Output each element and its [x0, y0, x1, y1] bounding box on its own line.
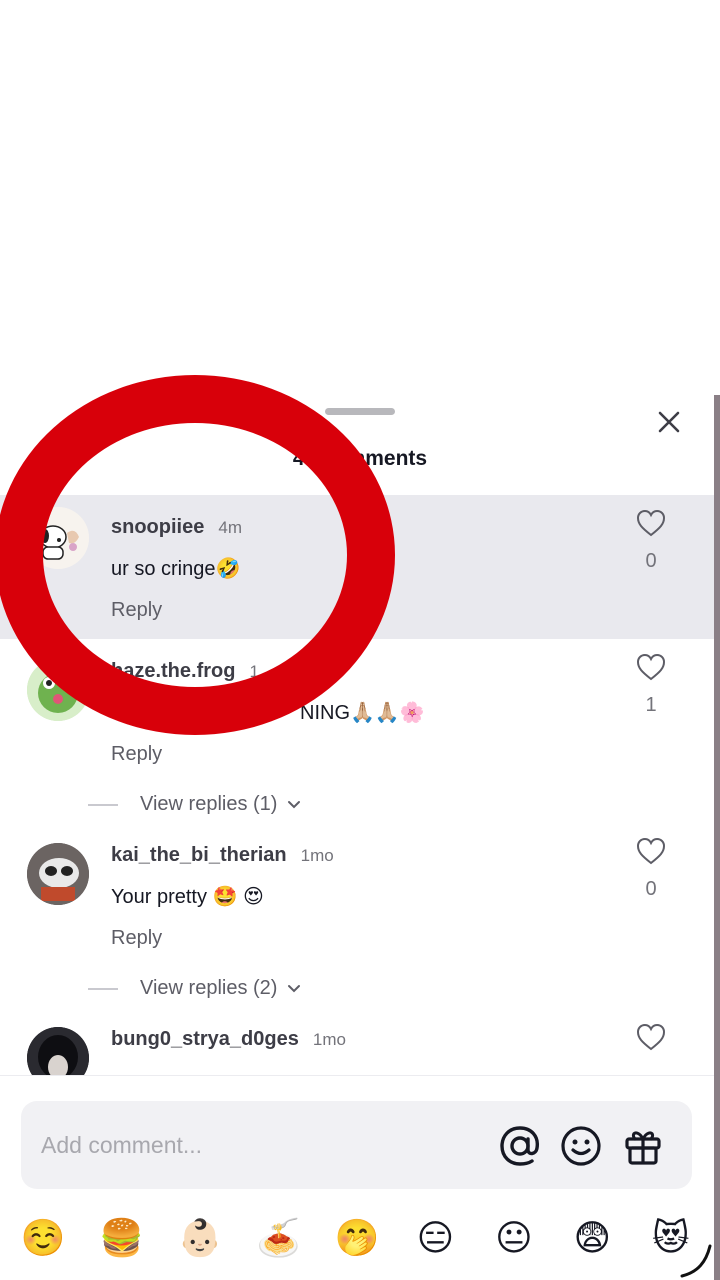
corner-stroke-mark	[680, 1244, 712, 1278]
avatar[interactable]	[27, 843, 89, 905]
emoji-neutral[interactable]: 😐	[484, 1218, 544, 1259]
at-icon	[500, 1126, 539, 1166]
dark-hair-avatar-image	[27, 1027, 89, 1075]
mention-button[interactable]	[498, 1124, 542, 1168]
comment-item: kai_the_bi_therian 1mo Your pretty 🤩 😍 Re…	[0, 831, 714, 1023]
comment-item: haze.the.frog 1 NING🙏🏼🙏🏼🌸 Reply 1 View re…	[0, 639, 714, 831]
avatar[interactable]	[27, 507, 89, 569]
chevron-down-icon	[288, 800, 301, 808]
view-replies-label: View replies (1)	[140, 793, 278, 815]
close-icon	[658, 411, 680, 433]
comment-item: bung0_strya_d0ges 1mo	[0, 1023, 714, 1075]
comment-text: NING🙏🏼🙏🏼🌸	[300, 702, 425, 724]
close-button[interactable]	[650, 403, 688, 441]
comments-list[interactable]: snoopiiee 4m ur so cringe🤣 Reply 0 haze.…	[0, 495, 714, 1075]
emoji-baby[interactable]: 👶🏻	[170, 1217, 230, 1259]
emoji-smiling[interactable]: ☺️	[13, 1217, 73, 1259]
reply-button[interactable]: Reply	[111, 743, 162, 766]
frog-avatar-image	[27, 659, 89, 721]
emoji-fearful[interactable]: 😨	[562, 1218, 622, 1259]
divider-dash	[88, 803, 118, 806]
drag-handle[interactable]	[325, 408, 395, 415]
like-count: 0	[645, 550, 657, 572]
username-text[interactable]: kai_the_bi_therian	[111, 844, 287, 866]
sheet-edge	[714, 395, 720, 1280]
comments-count-title: 40 comments	[292, 447, 428, 470]
like-count: 0	[645, 878, 657, 900]
comment-text: ur so cringe🤣	[111, 558, 241, 580]
emoji-spaghetti[interactable]: 🍝	[249, 1217, 309, 1259]
divider-dash	[88, 987, 118, 990]
comment-username[interactable]: bung0_strya_d0ges 1mo	[111, 1028, 346, 1051]
heart-icon	[636, 653, 666, 681]
comment-time: 1mo	[312, 1030, 346, 1049]
comment-time: 4m	[218, 518, 242, 537]
username-text[interactable]: bung0_strya_d0ges	[111, 1028, 299, 1050]
gift-icon	[625, 1131, 661, 1165]
emoji-expressionless[interactable]: 😑	[405, 1218, 465, 1259]
gift-button[interactable]	[621, 1124, 665, 1168]
emoji-icon	[561, 1126, 601, 1166]
comment-username[interactable]: snoopiiee 4m	[111, 516, 242, 539]
heart-icon	[636, 509, 666, 537]
reply-button[interactable]: Reply	[111, 599, 162, 622]
comment-time: 1mo	[300, 846, 334, 865]
avatar[interactable]	[27, 1027, 89, 1075]
comment-time: 1	[249, 662, 259, 681]
chevron-down-icon	[288, 984, 301, 992]
comments-sheet: 40 comments snoopiiee 4m ur so cringe🤣 R…	[0, 395, 720, 1280]
reply-button[interactable]: Reply	[111, 927, 162, 950]
username-text[interactable]: haze.the.frog	[111, 660, 235, 682]
input-divider	[0, 1075, 714, 1076]
like-button[interactable]: 0	[630, 509, 672, 573]
comment-item: snoopiiee 4m ur so cringe🤣 Reply 0	[0, 495, 714, 639]
emoji-burger[interactable]: 🍔	[92, 1217, 152, 1259]
comment-username[interactable]: kai_the_bi_therian 1mo	[111, 844, 334, 867]
username-text[interactable]: snoopiiee	[111, 516, 204, 538]
emoji-button[interactable]	[559, 1124, 603, 1168]
comment-username[interactable]: haze.the.frog 1	[111, 660, 259, 683]
avatar[interactable]	[27, 659, 89, 721]
comment-input[interactable]	[41, 1127, 481, 1163]
quick-emoji-bar: ☺️ 🍔 👶🏻 🍝 🤭 😑 😐 😨 😻	[0, 1203, 714, 1273]
snoopy-avatar-image	[27, 507, 89, 569]
view-replies-button[interactable]: View replies (2)	[88, 977, 301, 1000]
like-button[interactable]	[630, 1023, 672, 1056]
emoji-hand-over-mouth[interactable]: 🤭	[327, 1217, 387, 1259]
mask-avatar-image	[27, 843, 89, 905]
video-area	[0, 0, 720, 395]
view-replies-button[interactable]: View replies (1)	[88, 793, 301, 816]
like-button[interactable]: 0	[630, 837, 672, 901]
like-button[interactable]: 1	[630, 653, 672, 717]
heart-icon	[636, 1023, 666, 1051]
view-replies-label: View replies (2)	[140, 977, 278, 999]
like-count: 1	[645, 694, 657, 716]
heart-icon	[636, 837, 666, 865]
comment-text: Your pretty 🤩 😍	[111, 886, 264, 908]
comment-input-bar	[21, 1101, 692, 1189]
